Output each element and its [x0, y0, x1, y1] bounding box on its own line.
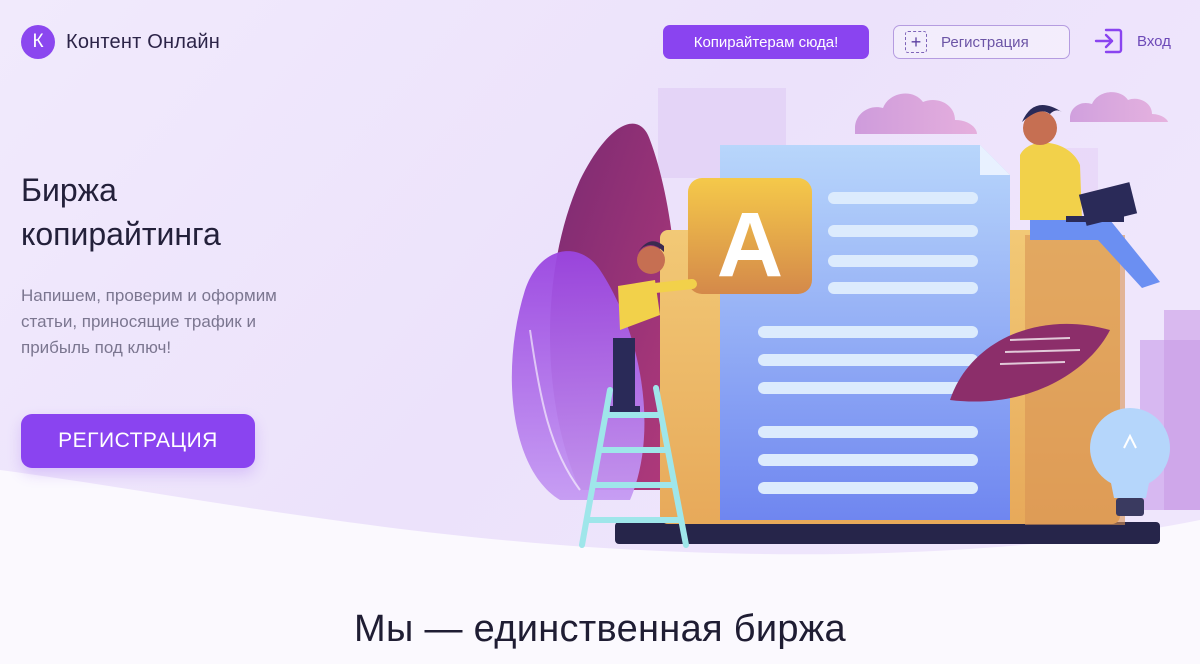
plus-icon: + [905, 31, 927, 53]
landing-page: К Контент Онлайн Копирайтерам сюда! + Ре… [0, 0, 1200, 664]
hero-subtitle-line-2: статьи, приносящие трафик и [21, 312, 256, 331]
hero-title: Биржа копирайтинга [21, 168, 381, 256]
login-label: Вход [1137, 32, 1171, 50]
hero-title-line-1: Биржа [21, 172, 117, 208]
brand-logo[interactable]: К Контент Онлайн [21, 25, 220, 59]
hero-subtitle: Напишем, проверим и оформим статьи, прин… [21, 283, 351, 361]
hero-illustration: A [511, 88, 1200, 548]
hero-title-line-2: копирайтинга [21, 216, 221, 252]
section-heading: Мы — единственная биржа [354, 608, 846, 650]
register-header-button[interactable]: + Регистрация [893, 25, 1070, 59]
cloud-shape [1070, 92, 1168, 122]
logo-badge-icon: К [21, 25, 55, 59]
login-link[interactable]: Вход [1094, 27, 1171, 55]
laptop-base [615, 522, 1160, 544]
copywriters-button[interactable]: Копирайтерам сюда! [663, 25, 869, 59]
register-cta-button[interactable]: РЕГИСТРАЦИЯ [21, 414, 255, 468]
login-icon [1094, 28, 1123, 54]
hero-subtitle-line-1: Напишем, проверим и оформим [21, 286, 277, 305]
cloud-shape [855, 93, 977, 134]
letter-a-glyph: A [717, 194, 783, 296]
register-header-label: Регистрация [941, 33, 1029, 51]
bg-block [1164, 310, 1200, 510]
brand-name: Контент Онлайн [66, 30, 221, 53]
hero-subtitle-line-3: прибыль под ключ! [21, 338, 172, 357]
